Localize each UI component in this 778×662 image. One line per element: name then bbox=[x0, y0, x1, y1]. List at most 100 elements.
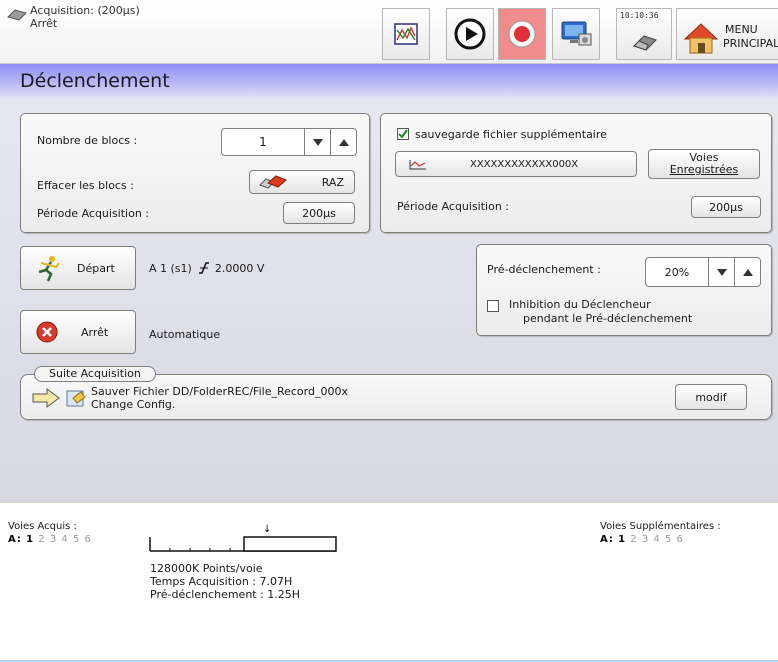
main-menu-button[interactable]: MENU PRINCIPAL bbox=[676, 8, 778, 60]
eraser-icon bbox=[633, 35, 657, 51]
record-button[interactable] bbox=[498, 8, 546, 60]
save-checkbox[interactable] bbox=[397, 128, 409, 140]
acquis-channel: 3 bbox=[49, 534, 58, 545]
title-band: Déclenchement bbox=[0, 64, 778, 100]
save-checkbox-label: sauvegarde fichier supplémentaire bbox=[415, 128, 607, 141]
acquisition-summary: Voies Acquis : A: 1 2 3 4 5 6 ↓ 128000K … bbox=[0, 502, 778, 662]
voies-acquis-channels: A: 1 2 3 4 5 6 bbox=[8, 534, 92, 545]
save-file-panel: sauvegarde fichier supplémentaire XXXXXX… bbox=[380, 113, 772, 233]
voies-enregistrees-button[interactable]: Voies Enregistrées bbox=[648, 149, 760, 179]
clock-eraser-button[interactable]: 10:10:36 bbox=[616, 8, 672, 60]
top-bar: Acquisition: (200µs) Arrêt 10:10:36 MENU… bbox=[0, 0, 778, 64]
stop-icon bbox=[36, 321, 58, 343]
supp-channel: 6 bbox=[676, 534, 684, 545]
main-area: Nombre de blocs : 1 Effacer les blocs : … bbox=[0, 100, 778, 502]
pretrigger-value: 20% bbox=[664, 265, 690, 279]
depart-channel: A 1 (s1) bbox=[149, 262, 192, 275]
save-file-icon bbox=[66, 390, 86, 407]
temps-acquisition: Temps Acquisition : 7.07H bbox=[150, 575, 293, 588]
effacer-blocs-label: Effacer les blocs : bbox=[37, 179, 134, 192]
decrement-button[interactable] bbox=[304, 129, 330, 155]
inhibit-label-2: pendant le Pré-déclenchement bbox=[523, 312, 693, 325]
pretrigger-timeline: ↓ bbox=[149, 524, 337, 552]
pretrigger-increment-button[interactable] bbox=[734, 258, 760, 286]
depart-description: A 1 (s1) 2.0000 V bbox=[149, 262, 264, 275]
depart-value: 2.0000 V bbox=[214, 262, 265, 275]
pretrigger-decrement-button[interactable] bbox=[708, 258, 734, 286]
file-name-button[interactable]: XXXXXXXXXXXX000X bbox=[395, 151, 637, 177]
pretrigger-stepper[interactable]: 20% bbox=[645, 257, 761, 287]
arrow-right-icon bbox=[32, 388, 60, 408]
voies-supp-prefix: A: bbox=[600, 534, 614, 545]
periode-label: Période Acquisition : bbox=[37, 207, 150, 220]
arret-description: Automatique bbox=[149, 328, 221, 341]
supp-channel: 1 bbox=[618, 534, 627, 545]
menu-label-1: MENU bbox=[725, 23, 758, 36]
arrow-down-icon bbox=[716, 268, 727, 276]
voies-acquis-prefix: A: bbox=[8, 534, 22, 545]
clock-time: 10:10:36 bbox=[620, 11, 659, 20]
pretrigger-panel: Pré-déclenchement : 20% Inhibition du Dé… bbox=[476, 244, 772, 336]
depart-label: Départ bbox=[77, 261, 115, 275]
supp-channel: 3 bbox=[641, 534, 650, 545]
acquis-channel: 4 bbox=[61, 534, 69, 545]
raz-label: RAZ bbox=[321, 175, 344, 189]
eraser-status-icon bbox=[7, 9, 27, 21]
points-per-channel: 128000K Points/voie bbox=[150, 562, 263, 575]
save-periode-label: Période Acquisition : bbox=[397, 200, 510, 213]
pretrigger-duration: Pré-déclenchement : 1.25H bbox=[150, 588, 301, 601]
modif-button[interactable]: modif bbox=[675, 384, 747, 410]
inhibit-checkbox[interactable] bbox=[487, 300, 499, 312]
arret-button[interactable]: Arrêt bbox=[20, 310, 136, 354]
supp-channel: 2 bbox=[630, 534, 638, 545]
chart-window-icon bbox=[394, 23, 418, 45]
chart-window-button[interactable] bbox=[382, 8, 430, 60]
supp-channel: 4 bbox=[653, 534, 661, 545]
raz-button[interactable]: RAZ bbox=[249, 170, 355, 194]
nombre-blocs-label: Nombre de blocs : bbox=[37, 134, 138, 147]
acquisition-status: Acquisition: (200µs) bbox=[30, 4, 140, 17]
arret-label: Arrêt bbox=[81, 325, 109, 339]
file-chart-icon bbox=[409, 160, 426, 170]
inhibit-label-1: Inhibition du Déclencheur bbox=[509, 298, 651, 311]
save-periode-button[interactable]: 200µs bbox=[691, 196, 761, 218]
increment-button[interactable] bbox=[330, 129, 356, 155]
runner-icon bbox=[38, 256, 60, 282]
record-icon bbox=[508, 20, 536, 48]
eraser-icon bbox=[259, 175, 287, 189]
menu-label-2: PRINCIPAL bbox=[723, 37, 778, 50]
nombre-blocs-value: 1 bbox=[259, 135, 267, 149]
monitor-icon bbox=[561, 21, 592, 46]
suite-legend: Suite Acquisition bbox=[34, 366, 156, 382]
monitor-button[interactable] bbox=[552, 8, 600, 60]
depart-button[interactable]: Départ bbox=[20, 246, 136, 290]
arrow-up-icon bbox=[742, 268, 753, 276]
voies-acquis-label: Voies Acquis : bbox=[8, 521, 77, 532]
voies-supp-channels: A: 1 2 3 4 5 6 bbox=[600, 534, 684, 545]
checkmark-icon bbox=[398, 129, 408, 139]
blocks-panel: Nombre de blocs : 1 Effacer les blocs : … bbox=[20, 113, 370, 233]
voies-label-2: Enregistrées bbox=[669, 163, 739, 176]
voies-supp-label: Voies Supplémentaires : bbox=[600, 521, 721, 532]
rising-edge-icon bbox=[199, 262, 210, 274]
play-button[interactable] bbox=[446, 8, 494, 60]
acquis-channel: 5 bbox=[72, 534, 81, 545]
suite-line-2: Change Config. bbox=[91, 398, 176, 411]
suite-line-1: Sauver Fichier DD/FolderREC/File_Record_… bbox=[91, 385, 348, 398]
arrow-up-icon bbox=[338, 138, 349, 146]
pretrigger-label: Pré-déclenchement : bbox=[487, 263, 601, 276]
run-state: Arrêt bbox=[30, 17, 58, 30]
pretrigger-window bbox=[243, 536, 337, 552]
file-name: XXXXXXXXXXXX000X bbox=[470, 158, 579, 170]
periode-value-button[interactable]: 200µs bbox=[283, 202, 355, 224]
home-icon bbox=[683, 23, 719, 54]
acquis-channel: 1 bbox=[26, 534, 35, 545]
play-icon bbox=[454, 18, 486, 50]
nombre-blocs-stepper[interactable]: 1 bbox=[221, 128, 357, 156]
acquis-channel: 6 bbox=[84, 534, 92, 545]
page-title: Déclenchement bbox=[20, 70, 170, 92]
acquis-channel: 2 bbox=[38, 534, 46, 545]
arrow-down-icon bbox=[312, 138, 323, 146]
supp-channel: 5 bbox=[664, 534, 673, 545]
trigger-marker: ↓ bbox=[263, 524, 271, 535]
